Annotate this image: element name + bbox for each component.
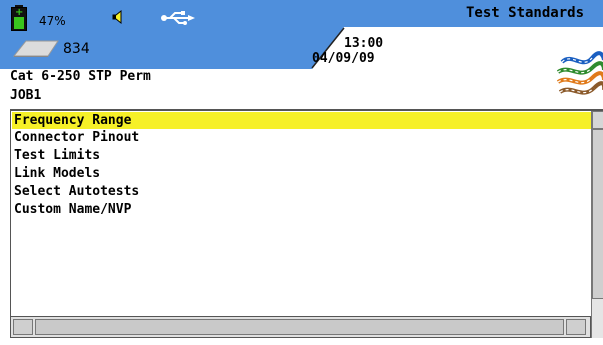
menu-list: Frequency Range Connector Pinout Test Li…	[10, 111, 592, 316]
menu-item-custom-name-nvp[interactable]: Custom Name/NVP	[12, 201, 131, 218]
scroll-up-button[interactable]	[592, 111, 603, 129]
job-label: JOB1	[10, 88, 42, 103]
horizontal-scrollbar[interactable]	[10, 316, 591, 338]
battery-percent: 47%	[39, 14, 66, 28]
storage-disk-icon	[12, 40, 59, 57]
speaker-icon	[112, 9, 122, 25]
disk-count: 834	[63, 41, 90, 57]
test-standard-label: Cat 6-250 STP Perm	[10, 69, 151, 84]
scroll-right-button[interactable]	[566, 319, 586, 335]
time-display: 13:00	[344, 36, 384, 51]
scrollbar-corner	[591, 316, 603, 338]
vertical-scrollbar[interactable]	[591, 111, 603, 316]
screen-title: Test Standards	[466, 5, 585, 21]
menu-item-connector-pinout[interactable]: Connector Pinout	[12, 129, 139, 146]
screen: + 47% Test Standards 834 13:00 04/09/09	[0, 0, 603, 345]
menu-item-test-limits[interactable]: Test Limits	[12, 147, 100, 164]
menu-item-link-models[interactable]: Link Models	[12, 165, 100, 182]
cable-logo-icon	[556, 50, 603, 95]
horizontal-scroll-thumb[interactable]	[35, 319, 564, 335]
menu-item-frequency-range[interactable]: Frequency Range	[12, 112, 592, 129]
usb-icon	[161, 11, 195, 25]
vertical-scroll-thumb[interactable]	[592, 129, 603, 299]
battery-icon: +	[10, 5, 28, 31]
scroll-left-button[interactable]	[13, 319, 33, 335]
menu-item-select-autotests[interactable]: Select Autotests	[12, 183, 139, 200]
date-display: 04/09/09	[312, 51, 375, 66]
